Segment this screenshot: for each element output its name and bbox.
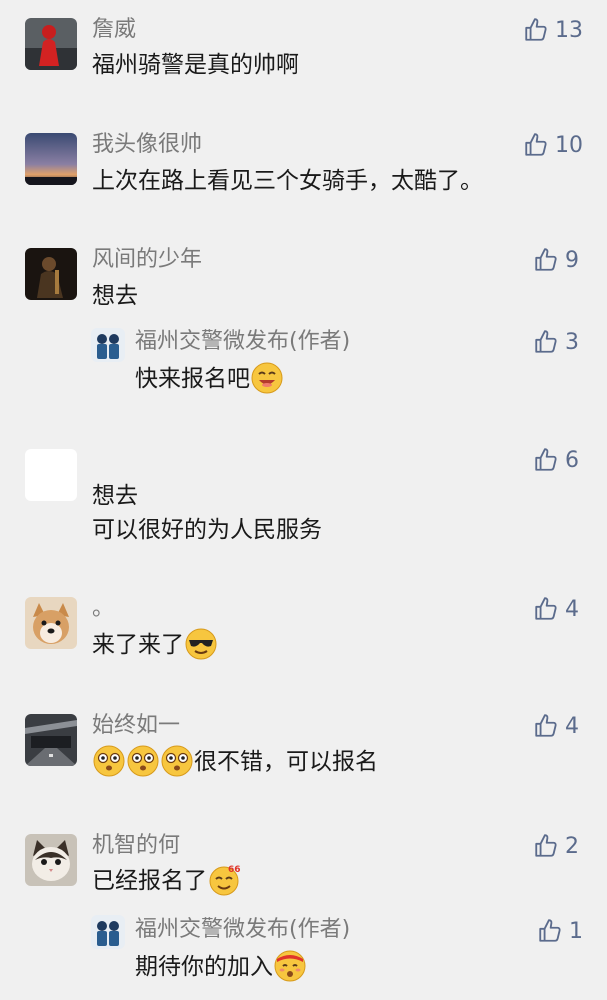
- comment-text-line-2: 可以很好的为人民服务: [92, 517, 322, 543]
- comment-text: 已经报名了 666: [92, 865, 241, 897]
- shiba-dog-avatar[interactable]: [25, 597, 77, 649]
- surprised-emoji: [127, 745, 159, 776]
- comment-text: 想去: [92, 483, 138, 509]
- like-button[interactable]: 4: [533, 593, 579, 625]
- cool-sunglasses-emoji: [185, 628, 217, 659]
- like-button[interactable]: 6: [533, 444, 579, 476]
- like-count: 10: [555, 132, 583, 158]
- like-button[interactable]: 9: [533, 244, 579, 276]
- thumbs-up-icon: [533, 247, 559, 273]
- comment-text-content: 来了来了: [92, 632, 184, 658]
- commenter-name[interactable]: 始终如一: [92, 712, 180, 740]
- thumbs-up-icon: [533, 713, 559, 739]
- commenter-name[interactable]: 我头像很帅: [92, 131, 202, 159]
- comment-text: 福州骑警是真的帅啊: [92, 52, 299, 78]
- author-name[interactable]: 福州交警微发布(作者): [135, 916, 350, 944]
- like-count: 6: [565, 447, 579, 473]
- like-button[interactable]: 10: [523, 129, 583, 161]
- blank-avatar[interactable]: [25, 449, 77, 501]
- shy-smile-emoji: [274, 950, 306, 981]
- author-name[interactable]: 福州交警微发布(作者): [135, 328, 350, 356]
- sunset-sky-avatar[interactable]: [25, 133, 77, 185]
- dark-figure-avatar[interactable]: [25, 248, 77, 300]
- comment-text: 上次在路上看见三个女骑手，太酷了。: [92, 168, 483, 194]
- reply-text: 快来报名吧: [135, 362, 284, 395]
- commenter-name[interactable]: 风间的少年: [92, 246, 202, 274]
- svg-text:666: 666: [228, 865, 241, 875]
- surprised-emoji: [93, 745, 125, 776]
- like-button[interactable]: 4: [533, 710, 579, 742]
- thumbs-up-icon: [523, 17, 549, 43]
- like-button[interactable]: 3: [533, 326, 579, 358]
- reply-text-content: 快来报名吧: [135, 366, 250, 392]
- police-badge-avatar[interactable]: [91, 328, 125, 362]
- red-figure-avatar[interactable]: [25, 18, 77, 70]
- surprised-emoji: [161, 745, 193, 776]
- like-button[interactable]: 1: [537, 915, 583, 947]
- comment-text-content: 很不错，可以报名: [194, 749, 378, 775]
- thumbs-up-icon: [533, 596, 559, 622]
- commenter-name[interactable]: 詹威: [92, 16, 136, 44]
- comment-text-content: 已经报名了: [92, 868, 207, 894]
- commenter-name[interactable]: 。: [92, 595, 114, 623]
- comment-text: 来了来了: [92, 628, 218, 661]
- reply-text: 期待你的加入: [135, 950, 307, 983]
- comment-text: 很不错，可以报名: [92, 745, 378, 778]
- like-count: 13: [555, 17, 583, 43]
- like-button[interactable]: 2: [533, 830, 579, 862]
- thumbs-up-icon: [533, 833, 559, 859]
- like-button[interactable]: 13: [523, 14, 583, 46]
- comment-text: 想去: [92, 283, 138, 309]
- cat-avatar[interactable]: [25, 834, 77, 886]
- tunnel-road-avatar[interactable]: [25, 714, 77, 766]
- police-badge-avatar[interactable]: [91, 915, 125, 949]
- thumbs-up-icon: [537, 918, 563, 944]
- 666-emoji: 666: [209, 865, 241, 895]
- like-count: 4: [565, 713, 579, 739]
- like-count: 2: [565, 833, 579, 859]
- smiling-emoji: [251, 362, 283, 393]
- like-count: 9: [565, 247, 579, 273]
- reply-text-content: 期待你的加入: [135, 954, 273, 980]
- thumbs-up-icon: [533, 329, 559, 355]
- commenter-name[interactable]: 机智的何: [92, 832, 180, 860]
- thumbs-up-icon: [523, 132, 549, 158]
- like-count: 4: [565, 596, 579, 622]
- thumbs-up-icon: [533, 447, 559, 473]
- like-count: 3: [565, 329, 579, 355]
- like-count: 1: [569, 918, 583, 944]
